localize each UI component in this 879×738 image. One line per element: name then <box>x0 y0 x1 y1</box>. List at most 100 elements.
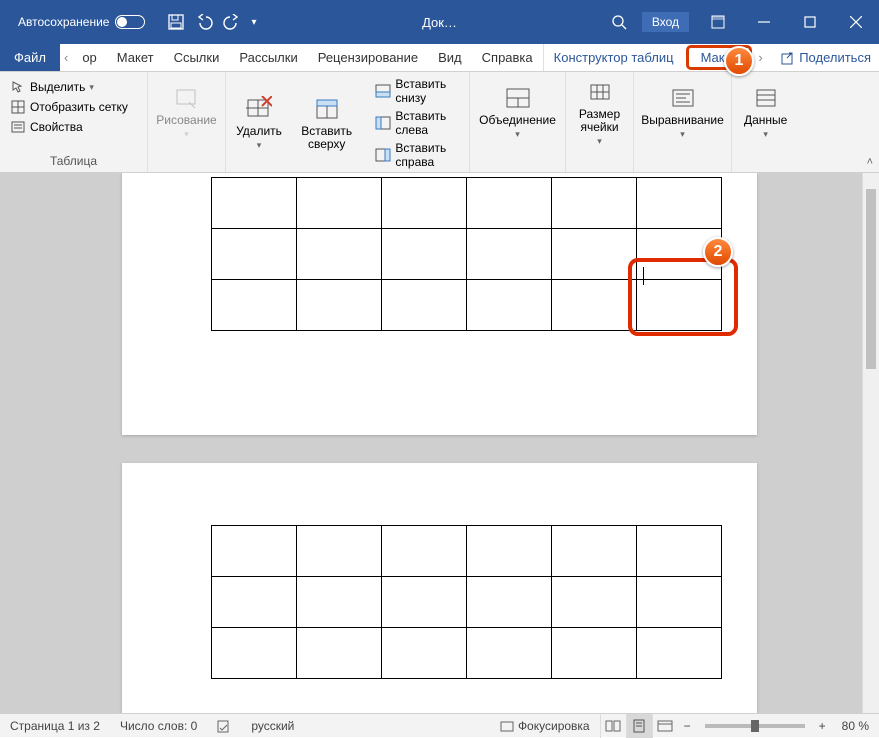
select-label: Выделить <box>30 80 85 94</box>
delete-table-icon <box>245 95 273 123</box>
undo-icon[interactable] <box>195 13 213 31</box>
properties-icon <box>10 119 26 135</box>
page-1 <box>122 173 757 435</box>
minimize-icon[interactable] <box>741 0 787 44</box>
insert-right-button[interactable]: Вставить справа <box>371 140 463 170</box>
tab-help[interactable]: Справка <box>472 44 543 71</box>
zoom-slider[interactable] <box>705 724 805 728</box>
insert-left-button[interactable]: Вставить слева <box>371 108 463 138</box>
grid-icon <box>10 99 26 115</box>
gridlines-label: Отобразить сетку <box>30 100 128 114</box>
redo-icon[interactable] <box>223 13 241 31</box>
insert-right-label: Вставить справа <box>395 141 459 169</box>
alignment-label: Выравнивание <box>641 114 724 127</box>
delete-label: Удалить <box>236 125 282 138</box>
chevron-down-icon: ▾ <box>184 129 189 140</box>
zoom-out-button[interactable]: − <box>678 719 697 733</box>
statusbar: Страница 1 из 2 Число слов: 0 русский Фо… <box>0 713 879 737</box>
save-icon[interactable] <box>167 13 185 31</box>
alignment-button[interactable]: Выравнивание ▾ <box>640 84 725 140</box>
document-title: Док… <box>422 15 457 30</box>
chevron-down-icon: ▾ <box>515 129 520 140</box>
ribbon: Выделить ▾ Отобразить сетку Свойства Таб… <box>0 72 879 173</box>
merge-button[interactable]: Объединение ▾ <box>476 84 559 140</box>
tab-references[interactable]: Ссылки <box>164 44 230 71</box>
print-layout-icon[interactable] <box>626 714 652 738</box>
chevron-down-icon: ▾ <box>257 140 262 151</box>
maximize-icon[interactable] <box>787 0 833 44</box>
group-table-title: Таблица <box>0 152 147 172</box>
view-gridlines-button[interactable]: Отобразить сетку <box>6 98 132 116</box>
insert-above-icon <box>313 95 341 123</box>
tabs-prev[interactable]: ‹ <box>60 44 72 71</box>
insert-below-button[interactable]: Вставить снизу <box>371 76 463 106</box>
insert-left-icon <box>375 115 391 131</box>
insert-above-label: Вставить сверху <box>292 125 361 151</box>
draw-label: Рисование <box>156 114 216 127</box>
group-merge-title <box>470 152 565 172</box>
cell-size-label: Размер ячейки <box>578 108 621 134</box>
cell-size-icon <box>586 78 614 106</box>
titlebar: Автосохранение ▾ Док… Вход <box>0 0 879 44</box>
zoom-in-button[interactable]: + <box>813 719 832 733</box>
web-layout-icon[interactable] <box>652 714 678 738</box>
document-area[interactable] <box>0 173 879 713</box>
share-label: Поделиться <box>799 50 871 65</box>
select-button[interactable]: Выделить ▾ <box>6 78 132 96</box>
read-mode-icon[interactable] <box>600 714 626 738</box>
cursor-icon <box>10 79 26 95</box>
delete-button[interactable]: Удалить ▾ <box>232 95 286 151</box>
search-icon[interactable] <box>596 0 642 44</box>
insert-right-icon <box>375 147 391 163</box>
share-button[interactable]: Поделиться <box>781 44 871 71</box>
insert-below-icon <box>375 83 391 99</box>
autosave-label: Автосохранение <box>18 15 109 29</box>
tabs-next[interactable]: › <box>754 44 766 71</box>
table-row[interactable] <box>212 628 722 679</box>
zoom-level[interactable]: 80 % <box>832 719 879 733</box>
draw-table-icon <box>173 84 201 112</box>
properties-button[interactable]: Свойства <box>6 118 132 136</box>
chevron-down-icon: ▾ <box>597 136 602 147</box>
chevron-down-icon: ▾ <box>680 129 685 140</box>
word-count[interactable]: Число слов: 0 <box>110 719 207 733</box>
draw-button: Рисование ▾ <box>154 84 219 140</box>
tab-review[interactable]: Рецензирование <box>308 44 428 71</box>
insert-above-button[interactable]: Вставить сверху <box>286 95 367 151</box>
close-icon[interactable] <box>833 0 879 44</box>
collapse-ribbon-icon[interactable]: ˄ <box>867 156 873 168</box>
page-2 <box>122 463 757 713</box>
merge-label: Объединение <box>479 114 556 127</box>
tab-view[interactable]: Вид <box>428 44 472 71</box>
language-indicator[interactable]: русский <box>241 719 304 733</box>
data-icon <box>752 84 780 112</box>
page-indicator[interactable]: Страница 1 из 2 <box>0 719 110 733</box>
tab-partial[interactable]: ор <box>72 44 106 71</box>
tab-table-design[interactable]: Конструктор таблиц <box>544 44 684 71</box>
login-button[interactable]: Вход <box>642 12 689 32</box>
table-row[interactable] <box>212 526 722 577</box>
table-2[interactable] <box>211 525 722 679</box>
alignment-icon <box>669 84 697 112</box>
group-data-title <box>732 152 802 172</box>
ribbon-display-icon[interactable] <box>695 0 741 44</box>
qat-dropdown-icon[interactable]: ▾ <box>251 17 256 28</box>
insert-below-label: Вставить снизу <box>395 77 459 105</box>
tab-file[interactable]: Файл <box>0 44 60 71</box>
cell-size-button[interactable]: Размер ячейки ▾ <box>572 78 627 147</box>
table-row[interactable] <box>212 178 722 229</box>
callout-1: 1 <box>724 46 754 76</box>
data-button[interactable]: Данные ▾ <box>738 84 793 140</box>
chevron-down-icon: ▾ <box>89 82 94 93</box>
highlighted-cell <box>628 258 738 336</box>
chevron-down-icon: ▾ <box>763 129 768 140</box>
proofing-icon[interactable] <box>207 719 241 733</box>
group-align-title <box>634 152 731 172</box>
focus-mode[interactable]: Фокусировка <box>490 719 600 733</box>
focus-label: Фокусировка <box>518 719 590 733</box>
vertical-scrollbar[interactable] <box>862 173 879 713</box>
tab-mailings[interactable]: Рассылки <box>229 44 307 71</box>
tab-layout[interactable]: Макет <box>107 44 164 71</box>
autosave-toggle[interactable] <box>115 15 145 29</box>
table-row[interactable] <box>212 577 722 628</box>
